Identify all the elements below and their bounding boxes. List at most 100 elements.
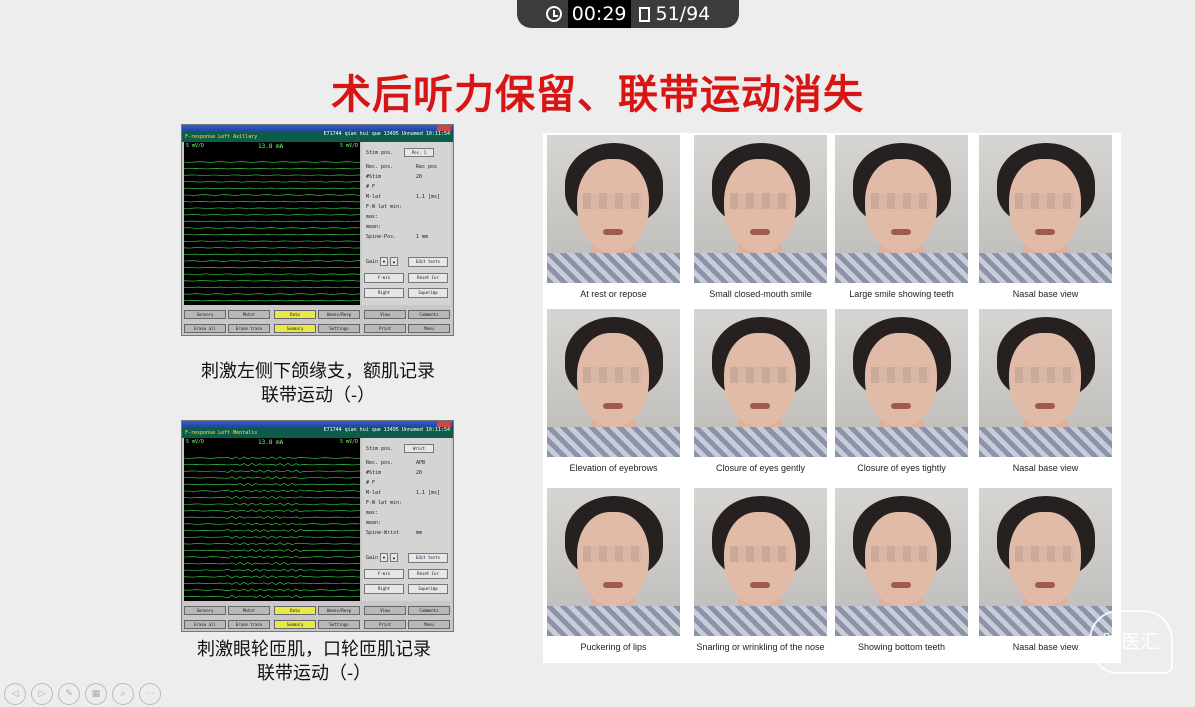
- facial-photo: Nasal base view: [979, 135, 1112, 299]
- next-icon[interactable]: ▷: [31, 683, 53, 705]
- more-icon[interactable]: ⋯: [139, 683, 161, 705]
- trace-line: [184, 200, 360, 203]
- param-label: M-lat: [366, 194, 382, 200]
- side-button[interactable]: Right: [364, 288, 404, 298]
- param-value: 20: [416, 174, 423, 180]
- trace-line: [184, 167, 360, 170]
- toolbar-button[interactable]: Menu: [408, 620, 450, 629]
- face-image: [694, 135, 827, 283]
- test-name: F-response Left Mentalis: [185, 430, 258, 436]
- page-icon: [638, 6, 650, 22]
- trace-line: [184, 220, 360, 223]
- toolbar-button[interactable]: Data: [274, 310, 316, 319]
- toolbar-button[interactable]: Print: [364, 324, 406, 333]
- trace-line: [184, 286, 360, 289]
- gain-label: Gain: [366, 259, 379, 265]
- toolbar-button[interactable]: Summary: [274, 620, 316, 629]
- trace-line: [184, 273, 360, 275]
- param-label: Rec. pos.: [366, 164, 394, 170]
- scale-right: 5 mV/D: [339, 439, 358, 445]
- toolbar-button[interactable]: Waves/Resp: [318, 606, 360, 615]
- toolbar-button[interactable]: Erase trace: [228, 324, 270, 333]
- side-button[interactable]: Superimp: [408, 584, 448, 594]
- caption-2-line-1: 刺激眼轮匝肌，口轮匝肌记录: [197, 639, 431, 660]
- toolbar-button[interactable]: View: [364, 606, 406, 615]
- gain-down-button[interactable]: ▼: [380, 553, 388, 562]
- stim-pos-select[interactable]: Wrist: [404, 444, 434, 453]
- photo-caption: Small closed-mouth smile: [709, 289, 812, 299]
- toolbar-button[interactable]: Motor: [228, 310, 270, 319]
- toolbar-button[interactable]: Comments: [408, 606, 450, 615]
- toolbar-button[interactable]: Motor: [228, 606, 270, 615]
- toolbar-button[interactable]: Sensory: [184, 606, 226, 615]
- face-image: [835, 488, 968, 636]
- toolbar-button[interactable]: Erase trace: [228, 620, 270, 629]
- zoom-icon[interactable]: ⌕: [112, 683, 134, 705]
- param-label: F-W lat min:: [366, 500, 403, 506]
- toolbar-button[interactable]: Summary: [274, 324, 316, 333]
- toolbar-button[interactable]: Erase all: [184, 620, 226, 629]
- prev-icon[interactable]: ◁: [4, 683, 26, 705]
- toolbar-button[interactable]: View: [364, 310, 406, 319]
- stim-pos-select[interactable]: Pos. 1: [404, 148, 434, 157]
- trace-line: [184, 240, 360, 242]
- pen-icon[interactable]: ✎: [58, 683, 80, 705]
- param-label: mean:: [366, 520, 382, 526]
- trace-line: [184, 253, 360, 256]
- gain-up-button[interactable]: ▲: [390, 257, 398, 266]
- emg-window-1: F-response Left Axillary E71744 qian hui…: [181, 124, 454, 336]
- param-value: mm: [416, 530, 423, 536]
- trace-line: [184, 555, 360, 559]
- face-image: [979, 135, 1112, 283]
- face-image: [835, 135, 968, 283]
- param-label: F-W lat min:: [366, 204, 403, 210]
- privacy-mosaic: [871, 546, 931, 562]
- toolbar-button[interactable]: Settings: [318, 324, 360, 333]
- toolbar-button[interactable]: Data: [274, 606, 316, 615]
- side-button[interactable]: F-min: [364, 273, 404, 283]
- side-button[interactable]: Reset Cur: [408, 569, 448, 579]
- side-button[interactable]: F-min: [364, 569, 404, 579]
- trace-line: [184, 233, 360, 236]
- param-label: Rec. pos.: [366, 460, 394, 466]
- trace-line: [184, 187, 360, 190]
- side-button[interactable]: Superimp: [408, 288, 448, 298]
- emg-header: F-response Left Mentalis E71744 qian hui…: [182, 428, 453, 438]
- param-value: APB: [416, 460, 426, 466]
- toolbar-button[interactable]: Print: [364, 620, 406, 629]
- trace-line: [184, 476, 360, 480]
- toolbar-button[interactable]: Menu: [408, 324, 450, 333]
- photo-caption: Showing bottom teeth: [857, 642, 946, 652]
- stim-current: 13.8 mA: [258, 143, 284, 150]
- trace-line: [184, 496, 360, 500]
- scale-left: 5 mV/D: [186, 143, 205, 149]
- slides-icon[interactable]: ▦: [85, 683, 107, 705]
- gain-up-button[interactable]: ▲: [390, 553, 398, 562]
- trace-line: [184, 214, 360, 216]
- photo-caption: Closure of eyes tightly: [857, 463, 946, 473]
- side-button[interactable]: Edit tests: [408, 257, 448, 267]
- waveform-display: 5 mV/D 13.8 mA 5 mV/D: [184, 438, 360, 601]
- toolbar-button[interactable]: Erase all: [184, 324, 226, 333]
- stim-current: 13.8 mA: [258, 439, 284, 446]
- waveform-traces: [184, 456, 360, 599]
- face-image: [547, 135, 680, 283]
- photo-caption: Nasal base view: [1012, 289, 1079, 299]
- privacy-mosaic: [1015, 546, 1075, 562]
- waveform-display: 5 mV/D 13.8 mA 5 mV/D: [184, 142, 360, 305]
- facial-photo-grid: At rest or repose Small closed-mouth smil…: [543, 133, 1121, 663]
- photo-caption: Nasal base view: [1012, 463, 1079, 473]
- toolbar-button[interactable]: Sensory: [184, 310, 226, 319]
- param-value: 20: [416, 470, 423, 476]
- side-button[interactable]: Reset Cur: [408, 273, 448, 283]
- toolbar-button[interactable]: Waves/Resp: [318, 310, 360, 319]
- gain-down-button[interactable]: ▼: [380, 257, 388, 266]
- side-button[interactable]: Right: [364, 584, 404, 594]
- param-label: max:: [366, 510, 379, 516]
- trace-line: [184, 515, 360, 519]
- side-button[interactable]: Edit tests: [408, 553, 448, 563]
- photo-caption: Puckering of lips: [580, 642, 647, 652]
- player-controls: ◁ ▷ ✎ ▦ ⌕ ⋯: [0, 683, 244, 707]
- toolbar-button[interactable]: Comments: [408, 310, 450, 319]
- toolbar-button[interactable]: Settings: [318, 620, 360, 629]
